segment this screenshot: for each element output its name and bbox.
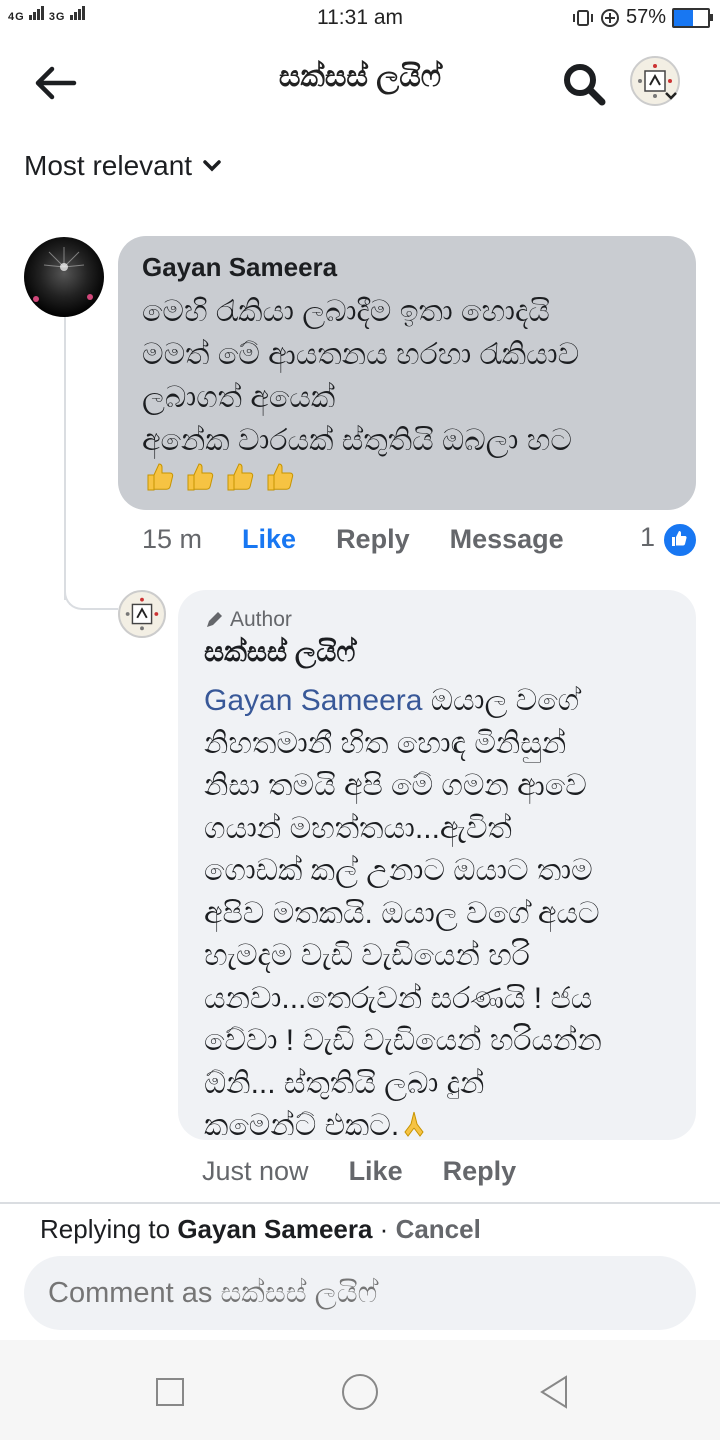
reply-line: ඔයාල වගේ <box>422 684 580 717</box>
mention-link[interactable]: Gayan Sameera <box>204 684 422 717</box>
thumbs-up-emoji-icon <box>147 463 174 491</box>
sort-label: Most relevant <box>24 150 193 181</box>
cancel-reply-button[interactable]: Cancel <box>396 1214 481 1244</box>
comment-line: මමත් මේ ආයතනය හරහා රැකියාව <box>142 338 580 371</box>
comment-actions: 15 m Like Reply Message <box>142 524 564 555</box>
recents-icon[interactable] <box>156 1378 184 1406</box>
reply-text: Gayan Sameera ඔයාල වගේ නිහතමානී හිත හොඳ … <box>204 680 684 1148</box>
comment-line: අනේක වාරයක් ස්තුතියි ඔබලා හට <box>142 424 572 457</box>
comment-text: මෙහි රැකියා ලබාදීම ඉතා හොදයි මමත් මේ ආයත… <box>142 290 682 462</box>
battery-percent: 57% <box>625 6 666 28</box>
replying-name: Gayan Sameera <box>177 1214 373 1244</box>
comment-time: 15 m <box>142 524 203 554</box>
separator: · <box>372 1214 396 1244</box>
comment-input[interactable] <box>24 1256 696 1330</box>
reply-line: කමෙන්ට් එකට. <box>204 1109 400 1142</box>
battery-icon <box>672 7 713 28</box>
account-chevron-down-icon[interactable] <box>664 88 678 104</box>
author-badge-label: Author <box>230 608 292 631</box>
thumbs-up-icon[interactable] <box>662 522 698 558</box>
reply-line: ගයාන් මහත්තයා...ඇවිත් <box>204 811 512 845</box>
reply-line: නිසා තමයි අපි මේ ගමන ආවෙ <box>204 769 587 802</box>
reply-line: ඕනි... ස්තුතියි ලබා දුන් <box>204 1066 485 1100</box>
data-saver-icon <box>600 8 619 27</box>
reply-line: නිහතමානී හිත හොඳ මිනිසුන් <box>204 726 567 760</box>
home-icon[interactable] <box>342 1374 378 1410</box>
reply-line: අපිව මතකයි. ඔයාල වගේ අයට <box>204 896 600 930</box>
reply-line: වේවා ! වැඩි වැඩියෙන් හරියන්න <box>204 1024 602 1057</box>
avatar-art-icon <box>33 247 93 302</box>
sort-dropdown[interactable]: Most relevant <box>24 150 222 182</box>
thread-line <box>64 300 66 600</box>
reply-button[interactable]: Reply <box>336 524 410 555</box>
vibrate-icon <box>572 9 593 26</box>
reply-avatar[interactable] <box>118 590 166 638</box>
thread-connector <box>64 570 118 610</box>
praying-hands-icon <box>404 1111 424 1137</box>
reply-line: යනවා...තෙරුවන් සරණයි ! ජය <box>204 981 593 1015</box>
reply-line: හැමදම වැඩි වැඩියෙන් හරි <box>204 939 530 972</box>
thumbs-up-emoji-icon <box>267 463 294 491</box>
thumbs-up-emoji-icon <box>227 463 254 491</box>
chevron-down-icon <box>203 160 221 172</box>
divider <box>0 1202 720 1204</box>
comment-line: මෙහි රැකියා ලබාදීම ඉතා හොදයි <box>142 295 550 328</box>
avatar[interactable] <box>24 237 104 317</box>
thumbs-up-emoji-icon <box>187 463 214 491</box>
reply-author[interactable]: සක්සස් ලයිෆ් <box>204 636 355 669</box>
reply-line: ගොඩක් කල් උනාට ඔයාට තාම <box>204 854 593 887</box>
emoji-row <box>142 460 296 494</box>
page-logo-icon <box>125 597 159 631</box>
replying-prefix: Replying to <box>40 1214 171 1244</box>
search-icon[interactable] <box>560 60 610 106</box>
battery-fill <box>674 9 694 26</box>
comment-line: ලබාගත් අයෙක් <box>142 381 336 414</box>
back-triangle-icon[interactable] <box>538 1374 570 1410</box>
like-button[interactable]: Like <box>242 524 296 555</box>
page-title: සක්සස් ලයිෆ් <box>278 60 442 93</box>
status-right: 57% <box>572 6 713 29</box>
reply-like-button[interactable]: Like <box>349 1156 403 1187</box>
message-button[interactable]: Message <box>450 524 564 555</box>
comment-author[interactable]: Gayan Sameera <box>142 252 337 283</box>
status-bar: 4G 3G 11:31 am 57% <box>0 0 720 36</box>
reply-actions: Just now Like Reply <box>202 1156 516 1187</box>
reply-time: Just now <box>202 1156 309 1186</box>
pencil-icon <box>207 612 222 627</box>
reaction-count[interactable]: 1 <box>640 522 655 553</box>
author-badge: Author <box>204 608 292 632</box>
replying-to-bar: Replying to Gayan Sameera · Cancel <box>40 1214 481 1245</box>
reply-reply-button[interactable]: Reply <box>443 1156 517 1187</box>
